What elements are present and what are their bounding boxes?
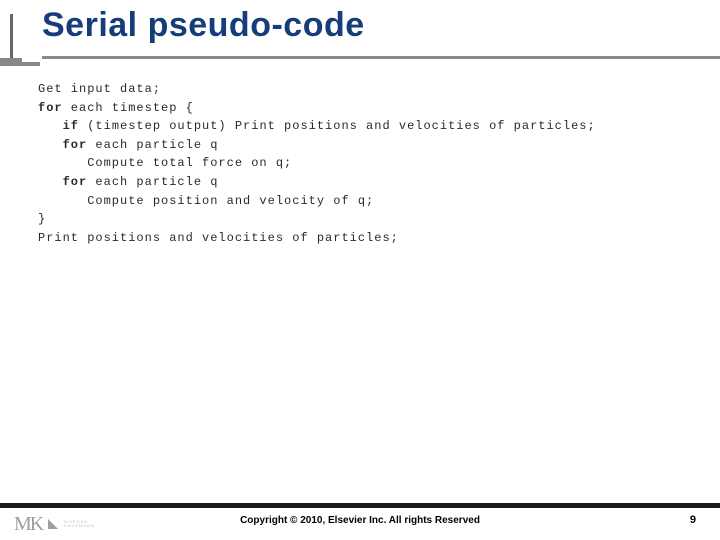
- page-number: 9: [690, 514, 696, 526]
- code-line: }: [38, 212, 46, 226]
- code-line: each timestep {: [63, 101, 194, 115]
- code-keyword-for: for: [38, 101, 63, 115]
- code-keyword-for: for: [63, 175, 88, 189]
- decoration-bar-long: [0, 62, 40, 66]
- slide: Serial pseudo-code Get input data; for e…: [0, 0, 720, 540]
- copyright-text: Copyright © 2010, Elsevier Inc. All righ…: [0, 515, 720, 526]
- page-title: Serial pseudo-code: [42, 6, 690, 45]
- title-area: Serial pseudo-code: [42, 6, 690, 66]
- code-keyword-for: for: [63, 138, 88, 152]
- code-indent: [38, 119, 63, 133]
- code-line: Get input data;: [38, 82, 161, 96]
- code-indent: [38, 175, 63, 189]
- code-keyword-if: if: [63, 119, 79, 133]
- code-line: Print positions and velocities of partic…: [38, 231, 399, 245]
- title-decoration: [0, 6, 40, 66]
- code-line: each particle q: [87, 138, 218, 152]
- footer-divider: [0, 503, 720, 508]
- code-line: (timestep output) Print positions and ve…: [79, 119, 596, 133]
- decoration-vline: [10, 14, 13, 62]
- pseudo-code-block: Get input data; for each timestep { if (…: [38, 80, 690, 247]
- code-line: Compute position and velocity of q;: [38, 194, 374, 208]
- title-underline: [42, 56, 720, 59]
- code-indent: [38, 138, 63, 152]
- code-line: Compute total force on q;: [38, 156, 292, 170]
- code-line: each particle q: [87, 175, 218, 189]
